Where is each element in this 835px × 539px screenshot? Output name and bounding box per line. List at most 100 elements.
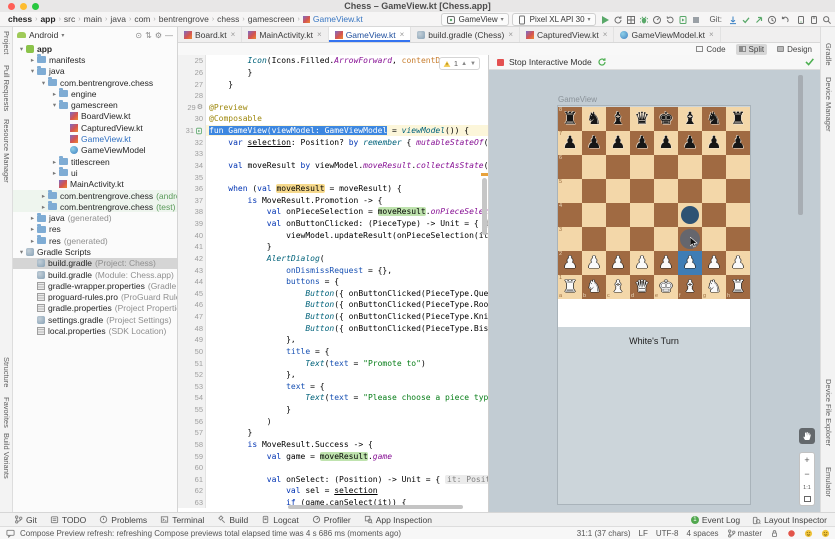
board-square-e7[interactable]: ♟ — [654, 131, 678, 155]
code-line[interactable]: 49 }, — [178, 334, 488, 346]
code-line[interactable]: 31fun GameView(viewModel: GameViewModel … — [178, 125, 488, 137]
board-square-a6[interactable]: 6 — [558, 155, 582, 179]
black-piece[interactable]: ♜ — [558, 107, 582, 131]
code-line[interactable]: 44 buttons = { — [178, 276, 488, 288]
board-square-a2[interactable]: 2♟ — [558, 251, 582, 275]
tree-toggle-icon[interactable]: ▾ — [50, 101, 59, 109]
code-line[interactable]: 60 — [178, 462, 488, 474]
white-piece[interactable]: ♛ — [630, 275, 654, 299]
locate-file-icon[interactable]: ⊙ — [135, 31, 142, 40]
hide-panel-icon[interactable]: — — [165, 31, 173, 40]
code-line[interactable]: 41 } — [178, 241, 488, 253]
rollback-button[interactable] — [778, 14, 791, 26]
code-line[interactable]: 34 val moveResult by viewModel.moveResul… — [178, 160, 488, 172]
history-button[interactable] — [765, 14, 778, 26]
tool-window-button-profiler[interactable]: Profiler — [312, 515, 351, 525]
tab-close-icon[interactable]: × — [317, 30, 322, 39]
editor-tab[interactable]: MainActivity.kt× — [242, 27, 328, 42]
update-button[interactable] — [726, 14, 739, 26]
board-square-e8[interactable]: ♚ — [654, 107, 678, 131]
board-square-f3[interactable] — [678, 227, 702, 251]
board-square-b8[interactable]: ♞ — [582, 107, 606, 131]
board-square-g4[interactable] — [702, 203, 726, 227]
zoom-to-fit-button[interactable] — [804, 496, 811, 502]
board-square-b4[interactable] — [582, 203, 606, 227]
tree-toggle-icon[interactable]: ▸ — [28, 237, 37, 245]
project-tree-item[interactable]: ▸res(generated) — [13, 235, 177, 246]
code-line[interactable]: 37 is MoveResult.Promotion -> { — [178, 195, 488, 207]
tool-window-button-layout-inspector[interactable]: Layout Inspector — [752, 515, 827, 525]
code-line[interactable]: 58 is MoveResult.Success -> { — [178, 439, 488, 451]
code-line[interactable]: 40 viewModel.updateResult(onPieceSelecti… — [178, 229, 488, 241]
tree-toggle-icon[interactable]: ▸ — [28, 214, 37, 222]
board-square-h8[interactable]: ♜ — [726, 107, 750, 131]
tool-window-button-todo[interactable]: TODO — [50, 515, 86, 525]
breadcrumb-item[interactable]: com — [134, 14, 150, 24]
board-square-c3[interactable] — [606, 227, 630, 251]
project-tree-item[interactable]: CapturedView.kt — [13, 122, 177, 133]
code-line[interactable]: 53 text = { — [178, 381, 488, 393]
tab-close-icon[interactable]: × — [709, 30, 714, 39]
board-square-f2[interactable]: ♟ — [678, 251, 702, 275]
board-square-e2[interactable]: ♟ — [654, 251, 678, 275]
breadcrumb-current-file[interactable]: GameView.kt — [303, 14, 363, 24]
board-square-b5[interactable] — [582, 179, 606, 203]
board-square-g2[interactable]: ♟ — [702, 251, 726, 275]
board-square-g3[interactable] — [702, 227, 726, 251]
board-square-h6[interactable] — [726, 155, 750, 179]
tool-window-button-git[interactable]: Git — [14, 515, 37, 525]
board-square-c8[interactable]: ♝ — [606, 107, 630, 131]
project-tree-item[interactable]: ▸res — [13, 224, 177, 235]
tool-window-button-logcat[interactable]: Logcat — [261, 515, 299, 525]
board-square-f1[interactable]: f♝ — [678, 275, 702, 299]
board-square-c1[interactable]: c♝ — [606, 275, 630, 299]
tree-toggle-icon[interactable]: ▸ — [50, 90, 59, 98]
board-square-a3[interactable]: 3 — [558, 227, 582, 251]
debug-button[interactable] — [638, 14, 651, 26]
stop-button[interactable] — [690, 14, 703, 26]
smiley-icon[interactable] — [821, 529, 830, 538]
tab-close-icon[interactable]: × — [508, 30, 513, 39]
tool-button-emulator[interactable]: Emulator — [824, 467, 833, 497]
white-piece[interactable]: ♟ — [702, 251, 726, 275]
settings-gear-icon[interactable]: ⚙ — [155, 31, 162, 40]
black-piece[interactable]: ♟ — [654, 131, 678, 155]
board-square-h1[interactable]: h♜ — [726, 275, 750, 299]
tree-toggle-icon[interactable]: ▾ — [28, 67, 37, 75]
mode-split-button[interactable]: Split — [736, 44, 768, 55]
run-button[interactable] — [599, 14, 612, 26]
board-square-d8[interactable]: ♛ — [630, 107, 654, 131]
project-tree-item[interactable]: ▸ui — [13, 167, 177, 178]
stop-interactive-mode-button[interactable]: Stop Interactive Mode — [509, 57, 592, 67]
code-line[interactable]: 33 — [178, 148, 488, 160]
smiley-icon[interactable] — [804, 529, 813, 538]
rerun-button[interactable] — [612, 14, 625, 26]
board-square-b3[interactable] — [582, 227, 606, 251]
board-square-d3[interactable] — [630, 227, 654, 251]
project-tree-item[interactable]: ▾java — [13, 66, 177, 77]
black-piece[interactable]: ♟ — [726, 131, 750, 155]
tree-toggle-icon[interactable]: ▸ — [39, 203, 48, 211]
board-square-g6[interactable] — [702, 155, 726, 179]
white-piece[interactable]: ♟ — [582, 251, 606, 275]
code-line[interactable]: 27 } — [178, 78, 488, 90]
project-tree-item[interactable]: ▾Gradle Scripts — [13, 246, 177, 257]
white-piece[interactable]: ♜ — [558, 275, 582, 299]
board-square-a1[interactable]: 1a♜ — [558, 275, 582, 299]
git-branch-widget[interactable]: master — [727, 529, 762, 538]
board-square-e4[interactable] — [654, 203, 678, 227]
tool-button-project[interactable]: Project — [2, 31, 11, 54]
tool-button-resource-manager[interactable]: Resource Manager — [2, 119, 11, 183]
editor-tab[interactable]: build.gradle (Chess)× — [411, 27, 520, 42]
white-piece[interactable]: ♟ — [678, 251, 702, 275]
board-square-d4[interactable] — [630, 203, 654, 227]
black-piece[interactable]: ♚ — [654, 107, 678, 131]
zoom-in-button[interactable]: + — [804, 456, 809, 465]
code-line[interactable]: 61 val onSelect: (Position) -> Unit = { … — [178, 474, 488, 486]
board-square-b1[interactable]: b♞ — [582, 275, 606, 299]
board-square-d7[interactable]: ♟ — [630, 131, 654, 155]
code-line[interactable]: 43 onDismissRequest = {}, — [178, 264, 488, 276]
tab-close-icon[interactable]: × — [400, 30, 405, 39]
profile-button[interactable] — [651, 14, 664, 26]
project-tree-item[interactable]: build.gradle(Module: Chess.app) — [13, 269, 177, 280]
